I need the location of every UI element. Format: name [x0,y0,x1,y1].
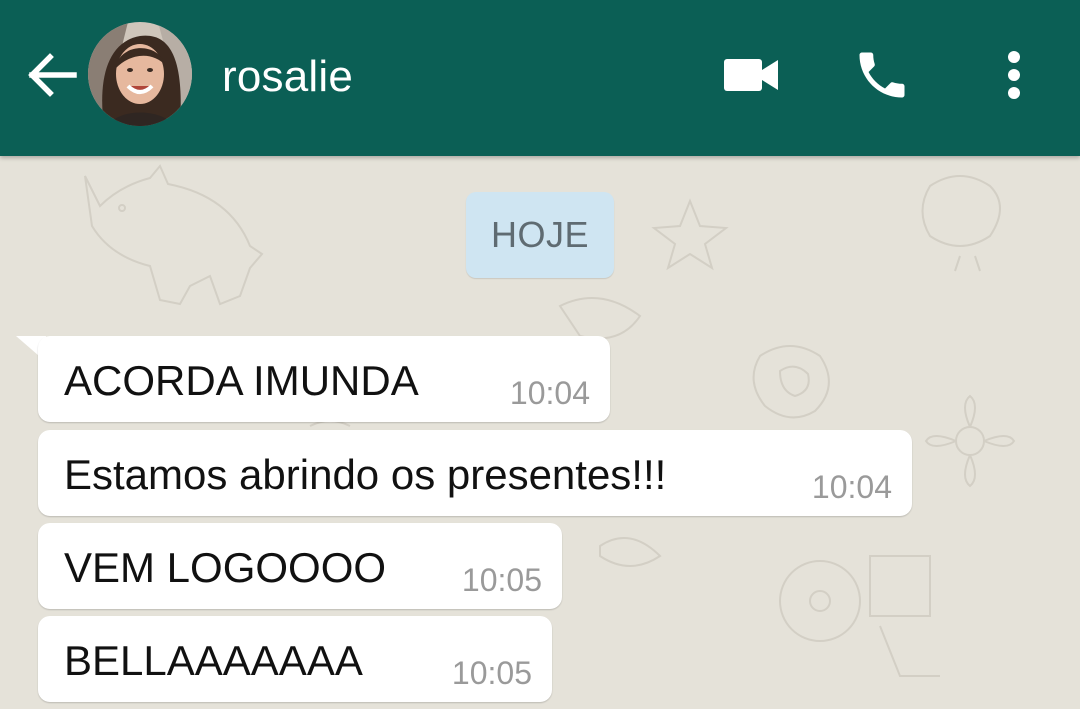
more-vert-icon [1008,51,1020,99]
message-bubble[interactable]: VEM LOGOOOO 10:05 [38,523,562,609]
chat-header: rosalie [0,0,1080,156]
message-bubble[interactable]: BELLAAAAAAA 10:05 [38,616,552,702]
message-time: 10:05 [451,655,532,691]
overflow-menu-button[interactable] [992,40,1036,110]
video-call-button[interactable] [716,46,786,104]
message-time: 10:05 [461,562,542,598]
contact-name[interactable]: rosalie [222,50,353,104]
video-camera-icon [724,59,778,91]
back-button[interactable] [22,46,80,104]
chat-area[interactable]: HOJE ACORDA IMUNDA 10:04 Estamos abrindo… [0,156,1080,709]
message-time: 10:04 [509,375,590,411]
avatar-photo [88,22,192,126]
message-bubble[interactable]: Estamos abrindo os presentes!!! 10:04 [38,430,912,516]
arrow-left-icon [28,53,77,97]
message-bubble[interactable]: ACORDA IMUNDA 10:04 [38,336,610,422]
voice-call-button[interactable] [846,40,918,110]
date-divider: HOJE [466,192,614,278]
contact-avatar[interactable] [88,22,192,126]
message-text: VEM LOGOOOO [64,544,387,591]
message-time: 10:04 [811,469,892,505]
message-text: BELLAAAAAAA [64,637,363,684]
phone-icon [859,52,905,98]
message-text: Estamos abrindo os presentes!!! [64,451,667,498]
message-text: ACORDA IMUNDA [64,357,419,404]
